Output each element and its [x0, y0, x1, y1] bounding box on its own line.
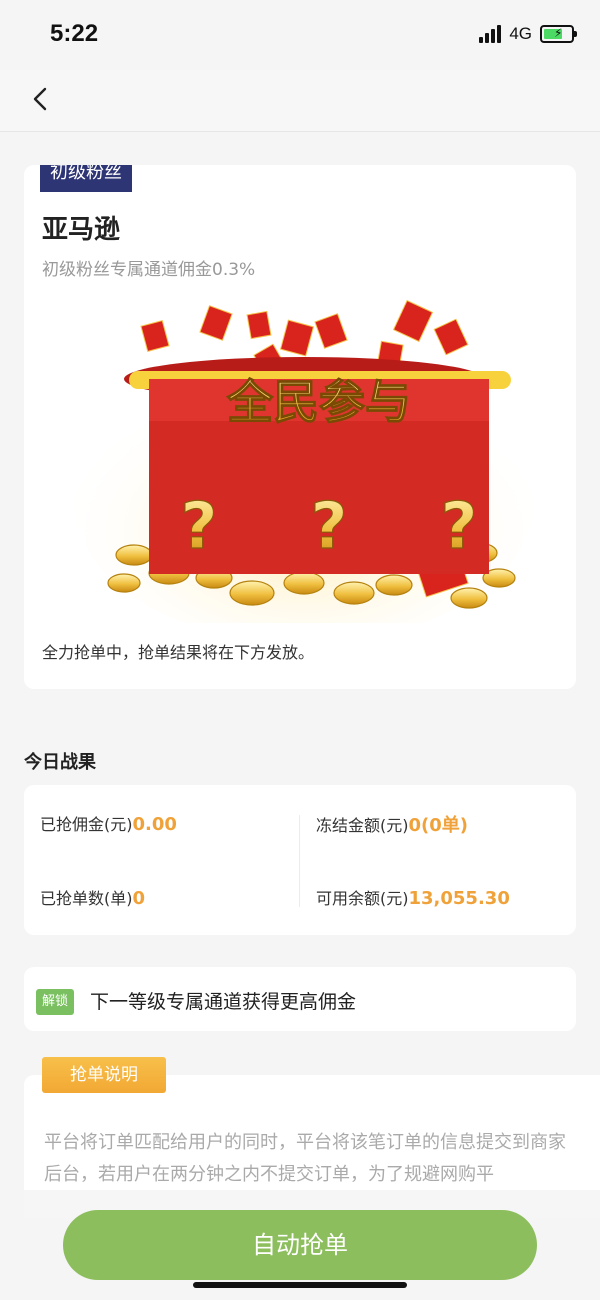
stat-label: 已抢佣金(元) [40, 815, 133, 834]
question-mark: ? [310, 490, 347, 564]
grab-status-message: 全力抢单中，抢单结果将在下方发放。 [42, 643, 315, 662]
available-balance-stat: 可用余额(元)13,055.30 [316, 885, 510, 909]
signal-icon [479, 25, 502, 43]
unlock-badge: 解锁 [36, 989, 75, 1015]
results-title: 今日战果 [24, 752, 96, 773]
stat-label: 冻结金额(元) [316, 816, 409, 835]
divider [299, 815, 300, 907]
commission-rate-text: 初级粉丝专属通道佣金0.3% [42, 260, 256, 280]
question-mark: ? [180, 490, 217, 564]
stat-label: 可用余额(元) [316, 889, 409, 908]
frozen-amount-stat: 冻结金额(元)0(0单) [316, 811, 468, 837]
stat-value: 13,055.30 [408, 888, 510, 909]
level-tag: 初级粉丝 [40, 165, 132, 192]
status-bar: 5:22 4G ⚡ [0, 0, 600, 70]
battery-icon: ⚡ [540, 25, 577, 43]
grabbed-orders-stat: 已抢单数(单)0 [40, 885, 145, 909]
chevron-left-icon[interactable] [26, 84, 56, 114]
grabbed-commission-stat: 已抢佣金(元)0.00 [40, 811, 177, 835]
channel-card: 初级粉丝 亚马逊 初级粉丝专属通道佣金0.3% 全民参与 ? ? ? 全力抢单中… [24, 165, 576, 689]
home-indicator [193, 1282, 407, 1288]
nav-bar [0, 70, 600, 132]
platform-name: 亚马逊 [42, 215, 121, 245]
status-icons: 4G ⚡ [479, 24, 577, 44]
red-envelope-illustration: 全民参与 ? ? ? [74, 299, 534, 623]
rules-text: 平台将订单匹配给用户的同时，平台将该笔订单的信息提交到商家后台，若用户在两分钟之… [44, 1132, 566, 1185]
stat-label: 已抢单数(单) [40, 889, 133, 908]
unlock-text: 下一等级专属通道获得更高佣金 [90, 991, 357, 1013]
network-type: 4G [509, 24, 532, 43]
stat-value: 0.00 [132, 814, 177, 835]
question-mark: ? [440, 490, 477, 564]
results-card: 已抢佣金(元)0.00 冻结金额(元)0(0单) 已抢单数(单)0 可用余额(元… [24, 785, 576, 935]
auto-grab-button[interactable]: 自动抢单 [63, 1210, 537, 1280]
stat-value: 0(0单) [408, 815, 469, 836]
rules-tag: 抢单说明 [42, 1057, 166, 1093]
unlock-row[interactable]: 解锁 下一等级专属通道获得更高佣金 [24, 967, 576, 1031]
status-time: 5:22 [50, 20, 99, 47]
illustration-banner-text: 全民参与 [226, 375, 411, 429]
stat-value: 0 [132, 888, 146, 909]
